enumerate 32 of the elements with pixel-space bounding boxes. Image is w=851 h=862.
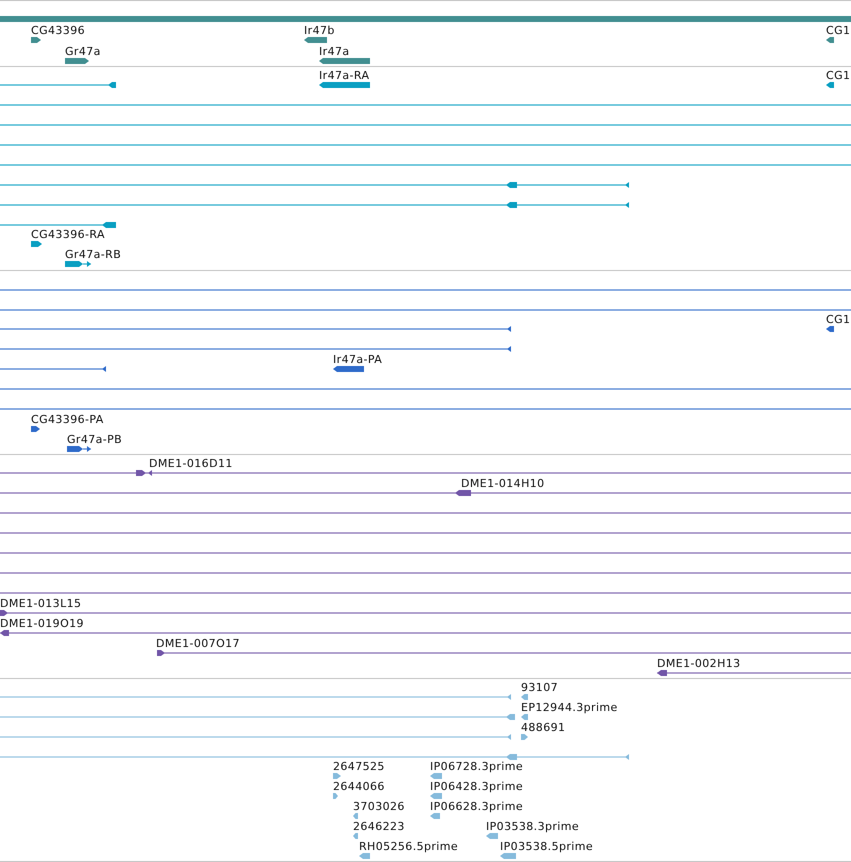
feature-label: EP12944.3prime <box>521 701 618 714</box>
feature-label: CG43396 <box>31 24 85 37</box>
feature-label: CG1 <box>826 69 850 82</box>
feature-label: Gr47a-RB <box>65 248 122 261</box>
feature-label: DME1-019O19 <box>0 617 84 630</box>
feature-label: Ir47a-PA <box>333 353 382 366</box>
feature-label: 488691 <box>521 721 566 734</box>
feature-label: CG1 <box>826 24 850 37</box>
feature-label: Gr47a-PB <box>67 433 122 446</box>
feature-label: DME1-007O17 <box>156 637 240 650</box>
feature-label: DME1-013L15 <box>0 597 82 610</box>
feature-label: Ir47b <box>304 24 335 37</box>
feature-label: IP03538.5prime <box>500 840 594 853</box>
feature-label: CG43396-PA <box>31 413 104 426</box>
feature-label: Gr47a <box>65 45 101 58</box>
feature-label: IP03538.3prime <box>486 820 580 833</box>
feature-label: DME1-014H10 <box>461 477 545 490</box>
feature-label: 93107 <box>521 681 558 694</box>
feature-label: CG43396-RA <box>31 228 105 241</box>
feature-label: IP06628.3prime <box>430 800 524 813</box>
feature-label: 2646223 <box>353 820 405 833</box>
feature-label: RH05256.5prime <box>359 840 458 853</box>
feature-label: CG1 <box>826 313 850 326</box>
feature-label: 2644066 <box>333 780 385 793</box>
feature-label: 3703026 <box>353 800 405 813</box>
feature-label: DME1-002H13 <box>657 657 741 670</box>
feature-label: 2647525 <box>333 760 385 773</box>
feature-label: Ir47a <box>319 45 350 58</box>
feature-label: IP06428.3prime <box>430 780 524 793</box>
feature-label: IP06728.3prime <box>430 760 524 773</box>
feature-label: DME1-016D11 <box>149 457 233 470</box>
feature-label: Ir47a-RA <box>319 69 370 82</box>
